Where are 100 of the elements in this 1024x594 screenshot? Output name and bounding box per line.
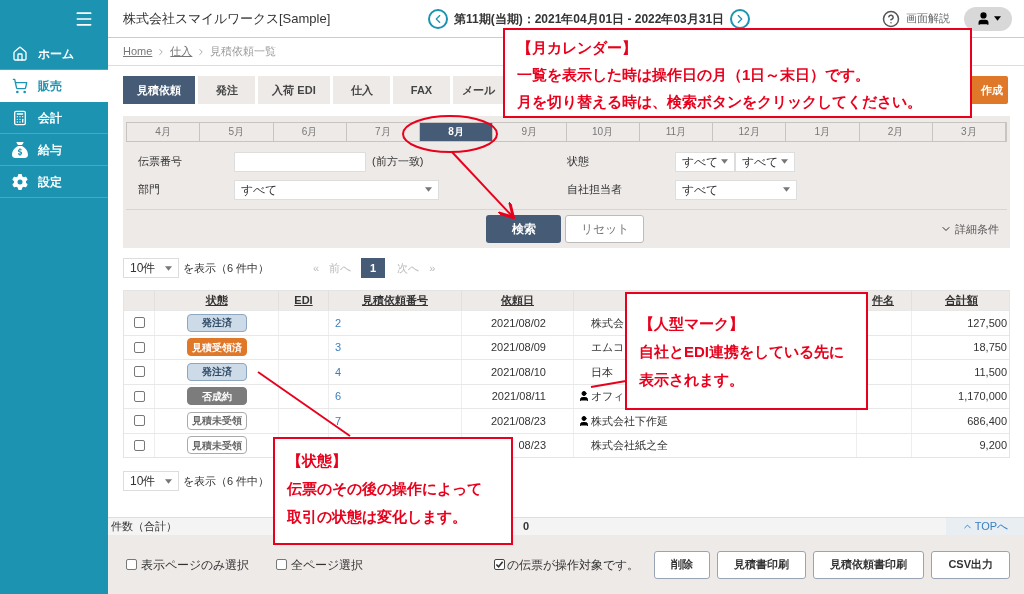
status-badge: 見積未受領 bbox=[186, 436, 247, 455]
cart-icon bbox=[12, 77, 28, 94]
tab[interactable]: メール bbox=[453, 76, 503, 104]
totals-label: 件数（合計） bbox=[111, 519, 177, 535]
action-button[interactable]: 削除 bbox=[654, 550, 711, 579]
dropdown-caret-icon bbox=[781, 159, 788, 165]
dropdown-caret-icon bbox=[783, 187, 790, 193]
table-cell-text: 127,500 bbox=[967, 315, 1007, 331]
request-number-link[interactable]: 6 bbox=[335, 388, 342, 405]
request-number-link[interactable]: 4 bbox=[335, 363, 342, 380]
field-label: 伝票番号 bbox=[137, 154, 183, 170]
table-cell-text: 2021/08/10 bbox=[490, 364, 546, 380]
legend-checkbox[interactable] bbox=[494, 559, 505, 570]
callout-text: 表示されます。 bbox=[639, 370, 745, 390]
money-bag-icon bbox=[12, 141, 28, 158]
column-header[interactable]: 状態 bbox=[154, 291, 278, 310]
table-cell-text: 株式会社下作延 bbox=[591, 413, 668, 429]
column-header[interactable]: 合計額 bbox=[911, 291, 1011, 310]
menu-icon[interactable] bbox=[74, 9, 94, 29]
sidebar-item[interactable]: 給与 bbox=[0, 134, 108, 166]
row-checkbox[interactable] bbox=[133, 415, 145, 427]
search-button[interactable]: 検索 bbox=[486, 214, 561, 243]
callout-text: 自社とEDI連携をしている先に bbox=[639, 342, 845, 362]
month-tab[interactable]: 8月 bbox=[420, 123, 494, 141]
home-icon bbox=[12, 45, 28, 62]
status-select[interactable]: すべて bbox=[735, 151, 795, 172]
table-cell-text: 9,200 bbox=[979, 438, 1007, 453]
user-menu-button[interactable] bbox=[964, 6, 1012, 31]
request-number-link[interactable]: 2 bbox=[335, 314, 342, 331]
sidebar-item[interactable]: 設定 bbox=[0, 166, 108, 198]
help-link[interactable]: 画面解説 bbox=[906, 10, 950, 27]
reset-button[interactable]: リセット bbox=[565, 214, 644, 243]
field-hint: (前方一致) bbox=[372, 154, 424, 170]
column-header[interactable]: 件名 bbox=[872, 292, 894, 309]
details-toggle[interactable]: 詳細条件 bbox=[955, 220, 999, 238]
status-badge: 見積未受領 bbox=[186, 411, 247, 430]
page-button[interactable]: 1 bbox=[361, 258, 386, 278]
row-checkbox[interactable] bbox=[133, 366, 145, 378]
tab[interactable]: 見積依頼 bbox=[123, 76, 195, 104]
callout-text: 伝票のその後の操作によって bbox=[287, 479, 483, 499]
tab[interactable]: FAX bbox=[393, 76, 450, 104]
previous-period-button[interactable] bbox=[428, 8, 448, 29]
per-page-select[interactable]: 10件 bbox=[123, 471, 179, 491]
status-badge: 発注済 bbox=[186, 362, 247, 381]
tab[interactable]: 入荷 EDI bbox=[258, 76, 330, 104]
slip-number-field[interactable] bbox=[234, 151, 366, 172]
arrow bbox=[451, 151, 515, 219]
checkbox-label: 表示ページのみ選択 bbox=[141, 556, 249, 574]
breadcrumb-link[interactable]: Home bbox=[123, 43, 153, 60]
column-header[interactable]: EDI bbox=[278, 291, 328, 310]
table-cell-text: 11,500 bbox=[974, 364, 1007, 380]
dropdown-caret-icon bbox=[993, 16, 1001, 21]
table-cell-text: 686,400 bbox=[967, 413, 1007, 429]
tab[interactable]: 仕入 bbox=[333, 76, 390, 104]
sidebar-item[interactable]: 販売 bbox=[0, 70, 108, 102]
status-select[interactable]: すべて bbox=[675, 151, 735, 172]
callout-title: 【月カレンダー】 bbox=[517, 38, 638, 58]
callout-text: 月を切り替える時は、検索ボタンをクリックしてください。 bbox=[517, 92, 923, 112]
target-note: の伝票が操作対象です。 bbox=[507, 556, 639, 574]
table-cell-text: 18,750 bbox=[973, 340, 1007, 355]
table-cell-text: 2021/08/02 bbox=[490, 315, 546, 331]
calculator-icon bbox=[12, 109, 28, 126]
action-button[interactable]: 見積書印刷 bbox=[717, 550, 807, 579]
column-header[interactable]: 見積依頼番号 bbox=[328, 291, 461, 310]
request-number-link[interactable]: 3 bbox=[335, 339, 342, 356]
action-button[interactable]: 見積依頼書印刷 bbox=[813, 550, 925, 579]
dropdown-caret-icon bbox=[721, 159, 728, 165]
callout-text: 取引の状態は変化します。 bbox=[287, 507, 468, 527]
row-checkbox[interactable] bbox=[133, 341, 145, 353]
row-checkbox[interactable] bbox=[133, 390, 145, 402]
department-select[interactable]: すべて bbox=[234, 179, 439, 200]
table-cell-text: 2021/08/09 bbox=[490, 340, 546, 355]
staff-select[interactable]: すべて bbox=[675, 179, 797, 200]
action-button[interactable]: CSV出力 bbox=[931, 550, 1010, 579]
totals-value: 0 bbox=[523, 519, 530, 535]
page-select-checkbox[interactable] bbox=[126, 559, 137, 570]
status-badge: 否成約 bbox=[186, 387, 247, 406]
back-to-top-link[interactable]: TOPへ bbox=[946, 518, 1024, 535]
row-checkbox[interactable] bbox=[133, 317, 145, 329]
callout-title: 【人型マーク】 bbox=[639, 314, 745, 334]
table-cell-text: 株式会 bbox=[591, 315, 624, 331]
table-cell-text: 08/23 bbox=[518, 438, 546, 453]
table-cell-text: 株式会社紙之全 bbox=[591, 438, 668, 453]
column-header[interactable]: 依頼日 bbox=[461, 291, 573, 310]
dropdown-caret-icon bbox=[425, 187, 432, 193]
table-cell-text: 2021/08/23 bbox=[490, 413, 546, 429]
all-pages-checkbox[interactable] bbox=[276, 559, 287, 570]
row-checkbox[interactable] bbox=[133, 439, 145, 451]
per-page-select[interactable]: 10件 bbox=[123, 258, 179, 278]
help-icon[interactable] bbox=[882, 9, 900, 28]
request-number-link[interactable]: 7 bbox=[335, 412, 342, 429]
table-cell-text: 1,170,000 bbox=[958, 389, 1007, 404]
table-cell-text: エムコ bbox=[591, 340, 624, 355]
table-cell-text: 2021/08/11 bbox=[491, 389, 546, 404]
breadcrumb-link[interactable]: 仕入 bbox=[170, 43, 193, 60]
tab[interactable]: 発注 bbox=[198, 76, 255, 104]
table-cell-text: 日本 bbox=[591, 364, 613, 380]
result-count: を表示（6 件中） bbox=[183, 473, 270, 489]
checkbox-label: 全ページ選択 bbox=[291, 556, 363, 574]
sidebar-item[interactable]: 会計 bbox=[0, 102, 108, 134]
